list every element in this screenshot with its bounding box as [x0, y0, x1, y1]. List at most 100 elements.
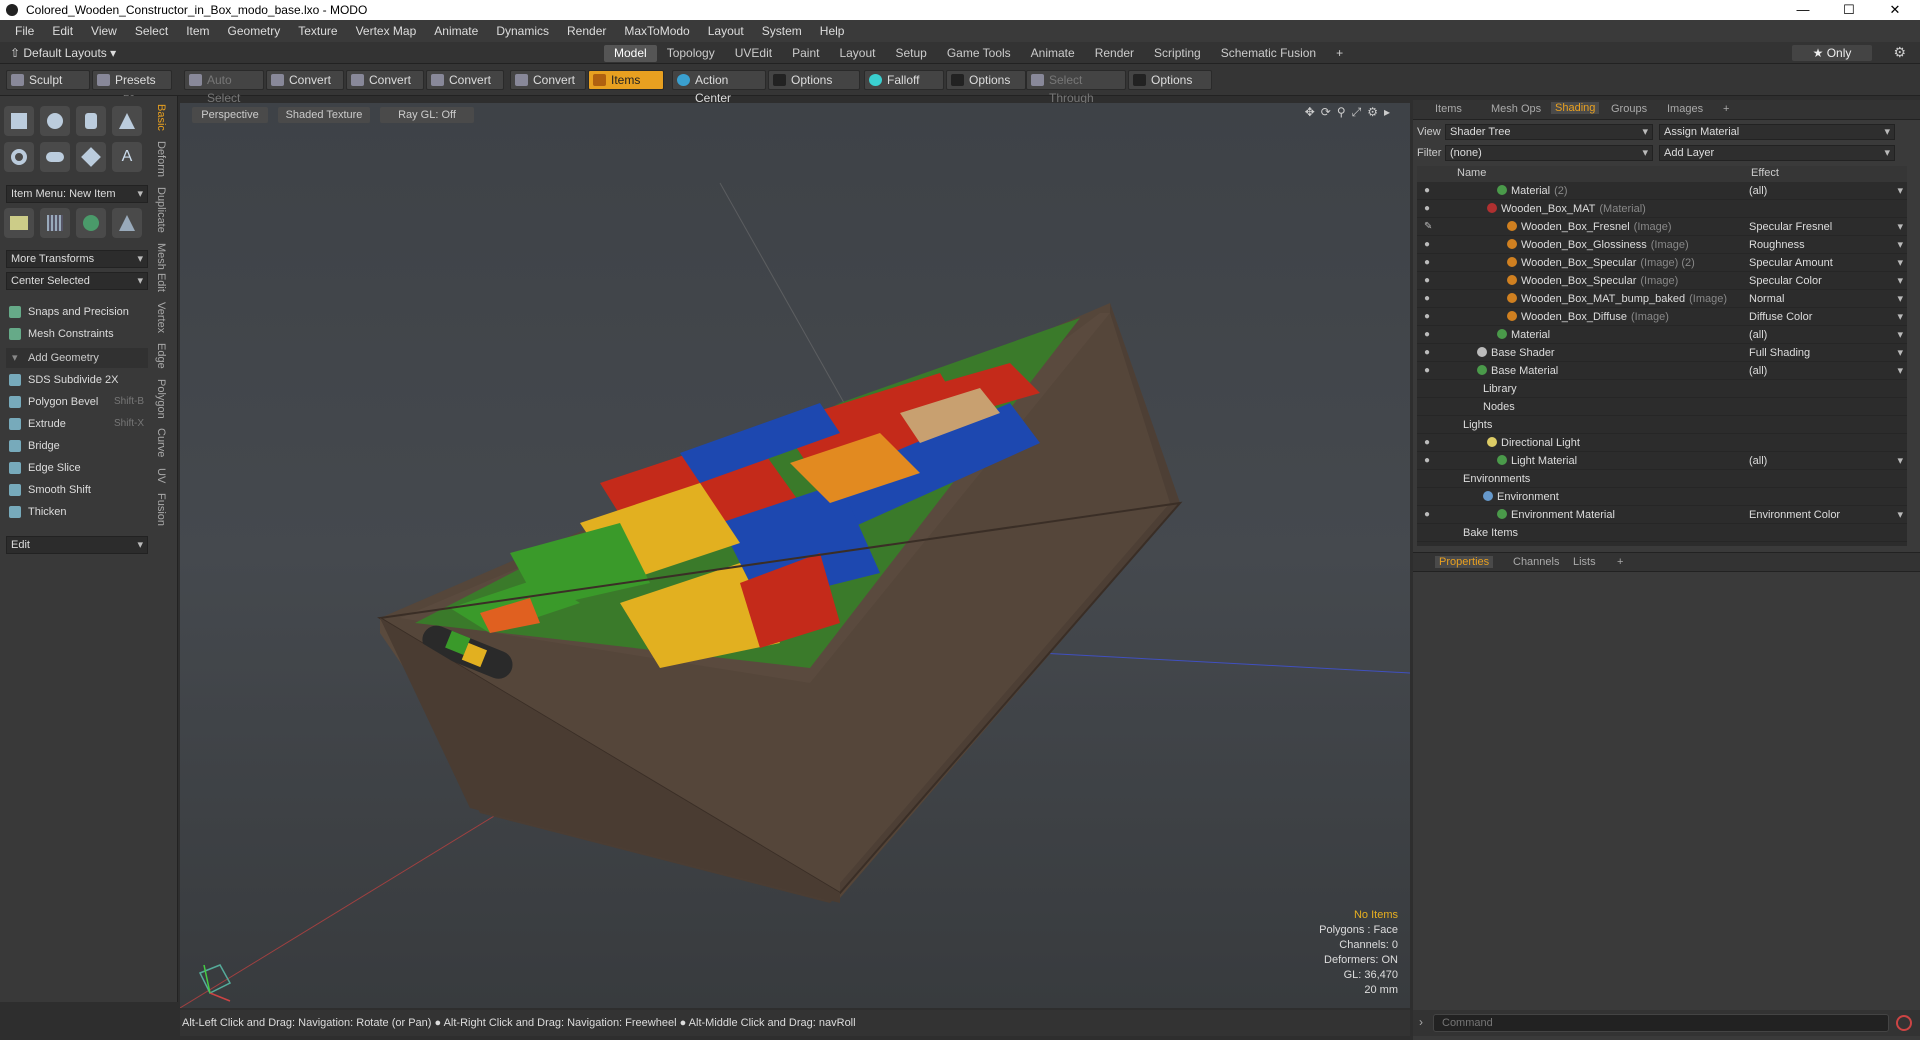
menu-maxtomodo[interactable]: MaxToModo — [615, 24, 698, 38]
visibility-icon[interactable]: ✎ — [1424, 218, 1436, 236]
tab-lists[interactable]: Lists — [1573, 556, 1596, 568]
sphere-primitive-button[interactable] — [40, 106, 70, 136]
tab-groups[interactable]: Groups — [1611, 103, 1647, 115]
3d-viewport[interactable]: Perspective Shaded Texture Ray GL: Off ✥… — [180, 103, 1410, 1008]
visibility-icon[interactable]: ● — [1424, 254, 1436, 272]
effect-dropdown[interactable]: Diffuse Color — [1749, 308, 1812, 326]
vtab-vertex[interactable]: Vertex — [155, 302, 167, 333]
tree-row[interactable]: ✎ Wooden_Box_Fresnel (Image) Specular Fresn… — [1417, 218, 1907, 236]
view-dropdown[interactable]: Shader Tree — [1445, 124, 1653, 140]
menu-item[interactable]: Item — [177, 24, 218, 38]
tree-row[interactable]: ● Material (2) (all) ▾ — [1417, 182, 1907, 200]
visibility-icon[interactable]: ● — [1424, 200, 1436, 218]
tree-row[interactable]: ● Base Shader Full Shading ▾ — [1417, 344, 1907, 362]
tree-row[interactable]: Nodes — [1417, 398, 1907, 416]
snaps-precision-button[interactable]: Snaps and Precision — [6, 302, 148, 322]
smooth-shift-button[interactable]: Smooth Shift — [6, 480, 148, 500]
mesh-constraints-button[interactable]: Mesh Constraints — [6, 324, 148, 344]
visibility-icon[interactable]: ● — [1424, 362, 1436, 380]
tab-images[interactable]: Images — [1667, 103, 1703, 115]
effect-dropdown[interactable]: (all) — [1749, 362, 1767, 380]
globe-tool-button[interactable] — [76, 208, 106, 238]
auto-select-button[interactable]: Auto Select — [184, 70, 264, 105]
chevron-down-icon[interactable]: ▾ — [1897, 326, 1903, 344]
effect-dropdown[interactable]: Normal — [1749, 290, 1784, 308]
effect-dropdown[interactable]: Specular Fresnel — [1749, 218, 1832, 236]
thicken-button[interactable]: Thicken — [6, 502, 148, 522]
chevron-down-icon[interactable]: ▾ — [1897, 452, 1903, 470]
filter-dropdown[interactable]: (none) — [1445, 145, 1653, 161]
select-through-button[interactable]: Select Through — [1026, 70, 1126, 105]
chevron-down-icon[interactable]: ▾ — [1897, 182, 1903, 200]
tree-row[interactable]: Bake Items — [1417, 524, 1907, 542]
tab-scripting[interactable]: Scripting — [1144, 45, 1211, 62]
close-button[interactable]: ✕ — [1872, 0, 1918, 20]
chevron-down-icon[interactable]: ▾ — [1897, 290, 1903, 308]
chevron-down-icon[interactable]: ▾ — [1897, 344, 1903, 362]
tab-items[interactable]: Items — [1435, 103, 1462, 115]
menu-help[interactable]: Help — [811, 24, 854, 38]
cone-primitive-button[interactable] — [112, 106, 142, 136]
chevron-down-icon[interactable]: ▾ — [1897, 218, 1903, 236]
cube-primitive-button[interactable] — [4, 106, 34, 136]
action-center-options-button[interactable]: Options — [768, 70, 860, 90]
menu-file[interactable]: File — [6, 24, 43, 38]
tab-layout[interactable]: Layout — [829, 45, 885, 62]
vtab-deform[interactable]: Deform — [155, 141, 167, 177]
chevron-down-icon[interactable]: ▾ — [1897, 272, 1903, 290]
pen-tool-button[interactable] — [76, 142, 106, 172]
visibility-icon[interactable]: ● — [1424, 272, 1436, 290]
convert-item-button[interactable]: Convert — [510, 70, 586, 90]
only-button[interactable]: ★ Only — [1792, 45, 1872, 61]
visibility-icon[interactable]: ● — [1424, 434, 1436, 452]
item-menu-dropdown[interactable]: Item Menu: New Item — [6, 185, 148, 203]
maximize-button[interactable]: ☐ — [1826, 0, 1872, 20]
visibility-icon[interactable]: ● — [1424, 182, 1436, 200]
menu-edit[interactable]: Edit — [43, 24, 82, 38]
tab-shading[interactable]: Shading — [1551, 102, 1600, 114]
tree-row[interactable]: ● Wooden_Box_Diffuse (Image) Diffuse Color ▾ — [1417, 308, 1907, 326]
text-tool-button[interactable]: A — [112, 142, 142, 172]
tab-channels[interactable]: Channels — [1513, 556, 1559, 568]
menu-select[interactable]: Select — [126, 24, 177, 38]
visibility-icon[interactable]: ● — [1424, 452, 1436, 470]
tab-paint[interactable]: Paint — [782, 45, 829, 62]
tree-row[interactable]: ● Wooden_Box_Glossiness (Image) Roughness ▾ — [1417, 236, 1907, 254]
cylinder-primitive-button[interactable] — [76, 106, 106, 136]
sculpt-button[interactable]: Sculpt — [6, 70, 90, 90]
extrude-button[interactable]: Extrude Shift-X — [6, 414, 148, 434]
menu-animate[interactable]: Animate — [425, 24, 487, 38]
effect-dropdown[interactable]: Roughness — [1749, 236, 1805, 254]
items-mode-button[interactable]: Items — [588, 70, 664, 90]
effect-dropdown[interactable]: (all) — [1749, 182, 1767, 200]
menu-layout[interactable]: Layout — [699, 24, 753, 38]
tab-game-tools[interactable]: Game Tools — [937, 45, 1021, 62]
vtab-polygon[interactable]: Polygon — [155, 379, 167, 419]
convert-edge-button[interactable]: Convert — [346, 70, 424, 90]
chevron-down-icon[interactable]: ▾ — [1897, 506, 1903, 524]
torus-primitive-button[interactable] — [4, 142, 34, 172]
tab-model[interactable]: Model — [604, 45, 657, 62]
chevron-down-icon[interactable]: ▾ — [1897, 362, 1903, 380]
visibility-icon[interactable]: ● — [1424, 290, 1436, 308]
record-icon[interactable] — [1896, 1015, 1912, 1031]
add-geometry-header[interactable]: ▾ Add Geometry — [6, 348, 148, 368]
menu-system[interactable]: System — [753, 24, 811, 38]
effect-dropdown[interactable]: (all) — [1749, 326, 1767, 344]
pyramid-tool-button[interactable] — [112, 208, 142, 238]
tree-row[interactable]: ● Wooden_Box_MAT_bump_baked (Image) Normal ▾ — [1417, 290, 1907, 308]
tree-row[interactable]: Environments — [1417, 470, 1907, 488]
tab-topology[interactable]: Topology — [657, 45, 725, 62]
menu-vertex-map[interactable]: Vertex Map — [347, 24, 426, 38]
vtab-fusion[interactable]: Fusion — [155, 493, 167, 526]
chevron-down-icon[interactable]: ▾ — [1897, 308, 1903, 326]
capsule-primitive-button[interactable] — [40, 142, 70, 172]
effect-dropdown[interactable]: Specular Color — [1749, 272, 1822, 290]
vtab-duplicate[interactable]: Duplicate — [155, 187, 167, 233]
visibility-icon[interactable]: ● — [1424, 308, 1436, 326]
vtab-edge[interactable]: Edge — [155, 343, 167, 369]
tree-row[interactable]: Lights — [1417, 416, 1907, 434]
minimize-button[interactable]: — — [1780, 0, 1826, 20]
select-through-options-button[interactable]: Options — [1128, 70, 1212, 90]
add-tab-button[interactable]: + — [1326, 45, 1353, 62]
